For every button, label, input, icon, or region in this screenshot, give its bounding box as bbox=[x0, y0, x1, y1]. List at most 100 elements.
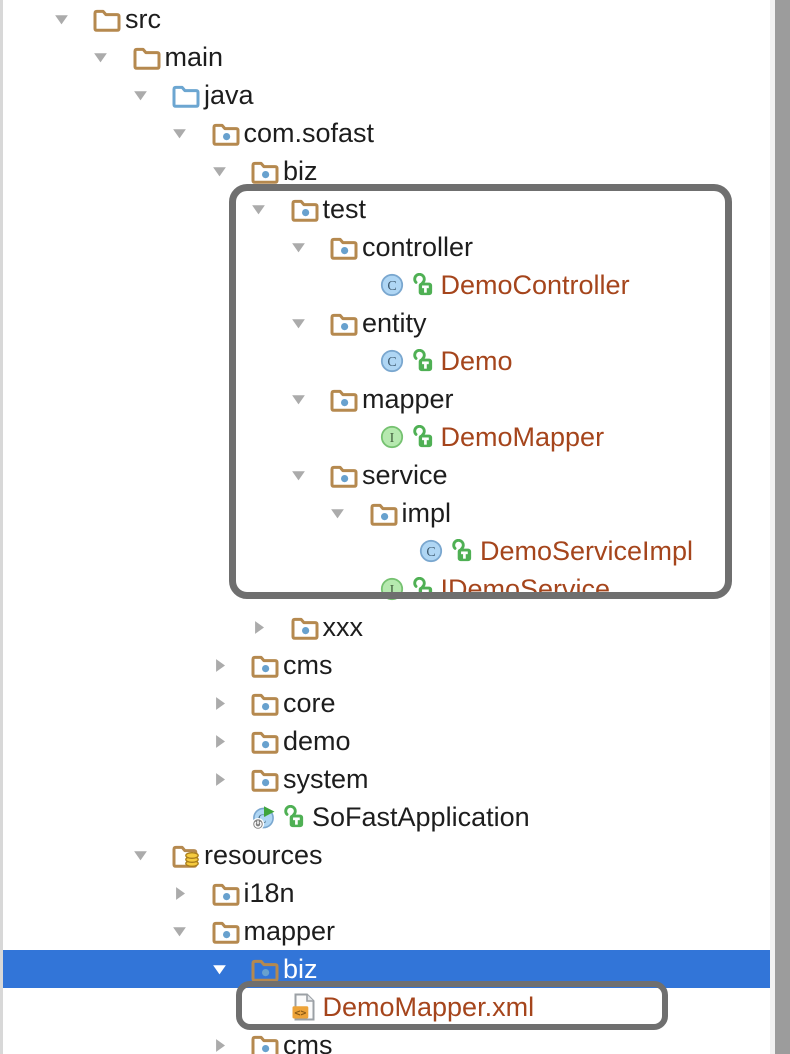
tree-row-2-java[interactable]: java bbox=[3, 76, 770, 114]
collapse-toggle-icon[interactable] bbox=[91, 47, 111, 67]
unlock-icon bbox=[412, 273, 435, 298]
unlock-icon bbox=[283, 805, 306, 830]
row-label: DemoController bbox=[441, 270, 630, 301]
tree-row-24-mapper[interactable]: mapper bbox=[3, 912, 770, 950]
tree-row-20-system[interactable]: system bbox=[3, 760, 770, 798]
row-label: DemoMapper.xml bbox=[323, 992, 535, 1023]
tree-row-27-cms[interactable]: cms bbox=[3, 1026, 770, 1054]
svg-text:C: C bbox=[387, 355, 396, 370]
indent-spacer bbox=[328, 351, 348, 371]
tree-row-26-demomapper-xml[interactable]: <> DemoMapper.xml bbox=[3, 988, 770, 1026]
package-folder-icon bbox=[330, 385, 358, 413]
svg-text:I: I bbox=[389, 431, 394, 446]
row-label: demo bbox=[283, 726, 351, 757]
indent-spacer bbox=[328, 427, 348, 447]
project-tree: src main java com.sofast biz test bbox=[3, 0, 770, 1054]
expand-toggle-icon[interactable] bbox=[209, 731, 229, 751]
expand-toggle-icon[interactable] bbox=[170, 883, 190, 903]
indent-spacer bbox=[249, 997, 269, 1017]
package-folder-icon bbox=[251, 955, 279, 983]
java-folder-icon bbox=[172, 81, 200, 109]
svg-text:C: C bbox=[387, 279, 396, 294]
collapse-toggle-icon[interactable] bbox=[170, 921, 190, 941]
package-folder-icon bbox=[212, 119, 240, 147]
project-tree-panel: src main java com.sofast biz test bbox=[0, 0, 790, 1054]
tree-row-11-demomapper[interactable]: I DemoMapper bbox=[3, 418, 770, 456]
tree-row-8-entity[interactable]: entity bbox=[3, 304, 770, 342]
tree-row-0-src[interactable]: src bbox=[3, 0, 770, 38]
package-folder-icon bbox=[330, 461, 358, 489]
tree-row-5-test[interactable]: test bbox=[3, 190, 770, 228]
tree-row-9-demo[interactable]: C Demo bbox=[3, 342, 770, 380]
tree-row-12-service[interactable]: service bbox=[3, 456, 770, 494]
tree-row-19-demo[interactable]: demo bbox=[3, 722, 770, 760]
svg-text:C: C bbox=[426, 545, 435, 560]
tree-row-6-controller[interactable]: controller bbox=[3, 228, 770, 266]
svg-text:<>: <> bbox=[294, 1008, 306, 1019]
row-label: resources bbox=[204, 840, 323, 871]
row-label: java bbox=[204, 80, 254, 111]
row-label: controller bbox=[362, 232, 473, 263]
tree-row-23-i18n[interactable]: i18n bbox=[3, 874, 770, 912]
collapse-toggle-icon[interactable] bbox=[209, 959, 229, 979]
tree-row-17-cms[interactable]: cms bbox=[3, 646, 770, 684]
row-label: com.sofast bbox=[244, 118, 375, 149]
package-folder-icon bbox=[212, 879, 240, 907]
collapse-toggle-icon[interactable] bbox=[288, 237, 308, 257]
expand-toggle-icon[interactable] bbox=[249, 617, 269, 637]
unlock-icon bbox=[412, 349, 435, 374]
row-label: impl bbox=[402, 498, 452, 529]
collapse-toggle-icon[interactable] bbox=[130, 845, 150, 865]
tree-row-1-main[interactable]: main bbox=[3, 38, 770, 76]
tree-row-10-mapper[interactable]: mapper bbox=[3, 380, 770, 418]
tree-row-15-idemoservice[interactable]: I IDemoService bbox=[3, 570, 770, 608]
tree-row-21-sofastapplication[interactable]: C SoFastApplication bbox=[3, 798, 770, 836]
package-folder-icon bbox=[330, 233, 358, 261]
row-label: cms bbox=[283, 650, 333, 681]
tree-row-3-com-sofast[interactable]: com.sofast bbox=[3, 114, 770, 152]
package-folder-icon bbox=[291, 613, 319, 641]
tree-row-13-impl[interactable]: impl bbox=[3, 494, 770, 532]
collapse-toggle-icon[interactable] bbox=[130, 85, 150, 105]
package-folder-icon bbox=[251, 1031, 279, 1054]
collapse-toggle-icon[interactable] bbox=[209, 161, 229, 181]
collapse-toggle-icon[interactable] bbox=[288, 465, 308, 485]
expand-toggle-icon[interactable] bbox=[209, 769, 229, 789]
indent-spacer bbox=[209, 807, 229, 827]
xml-file-icon: <> bbox=[291, 993, 319, 1021]
row-label: entity bbox=[362, 308, 427, 339]
tree-row-7-democontroller[interactable]: C DemoController bbox=[3, 266, 770, 304]
tree-row-14-demoserviceimpl[interactable]: C DemoServiceImpl bbox=[3, 532, 770, 570]
folder-icon bbox=[93, 5, 121, 33]
row-label: biz bbox=[283, 156, 318, 187]
expand-toggle-icon[interactable] bbox=[209, 1035, 229, 1054]
collapse-toggle-icon[interactable] bbox=[170, 123, 190, 143]
tree-row-4-biz[interactable]: biz bbox=[3, 152, 770, 190]
tree-row-18-core[interactable]: core bbox=[3, 684, 770, 722]
row-label: test bbox=[323, 194, 367, 225]
class-icon: C bbox=[380, 271, 408, 299]
collapse-toggle-icon[interactable] bbox=[288, 389, 308, 409]
runnable-class-icon: C bbox=[251, 803, 279, 831]
indent-spacer bbox=[328, 275, 348, 295]
unlock-icon bbox=[412, 425, 435, 450]
tree-row-25-biz[interactable]: biz bbox=[3, 950, 770, 988]
collapse-toggle-icon[interactable] bbox=[328, 503, 348, 523]
expand-toggle-icon[interactable] bbox=[209, 655, 229, 675]
collapse-toggle-icon[interactable] bbox=[288, 313, 308, 333]
indent-spacer bbox=[328, 579, 348, 599]
package-folder-icon bbox=[370, 499, 398, 527]
collapse-toggle-icon[interactable] bbox=[51, 9, 71, 29]
row-label: xxx bbox=[323, 612, 364, 643]
expand-toggle-icon[interactable] bbox=[209, 693, 229, 713]
package-folder-icon bbox=[251, 689, 279, 717]
tree-row-22-resources[interactable]: resources bbox=[3, 836, 770, 874]
class-icon: C bbox=[419, 537, 447, 565]
row-label: biz bbox=[283, 954, 318, 985]
svg-text:I: I bbox=[389, 583, 394, 598]
row-label: cms bbox=[283, 1030, 333, 1054]
unlock-icon bbox=[451, 539, 474, 564]
interface-icon: I bbox=[380, 423, 408, 451]
collapse-toggle-icon[interactable] bbox=[249, 199, 269, 219]
tree-row-16-xxx[interactable]: xxx bbox=[3, 608, 770, 646]
